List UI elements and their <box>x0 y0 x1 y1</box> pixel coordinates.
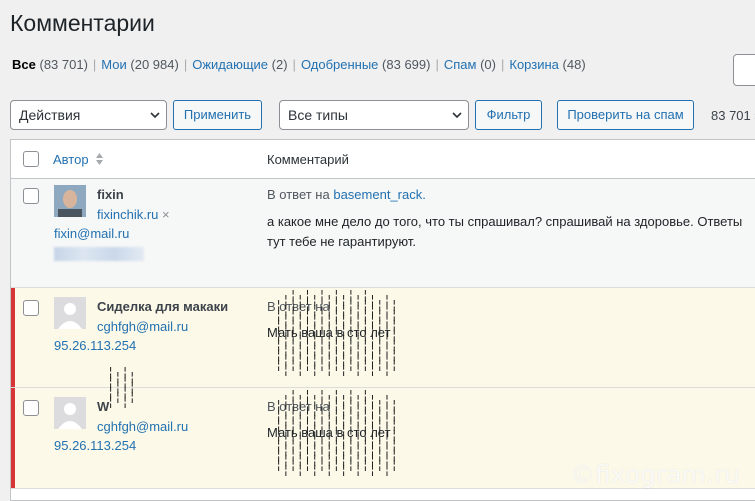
in-reply-to: В ответ на basement_rack. <box>267 187 426 202</box>
chevron-down-icon <box>452 112 462 119</box>
row-checkbox[interactable] <box>23 300 39 316</box>
bulk-actions-select[interactable]: Действия <box>10 100 167 130</box>
author-email[interactable]: cghfgh@mail.ru <box>97 419 188 434</box>
filter-all[interactable]: Все (83 701) <box>12 57 88 72</box>
author-name: fixin <box>97 187 124 202</box>
sort-icon <box>96 153 104 165</box>
zalgo-noise: ¦ ¦ ¦ ¦ ¦ ¦ ¦ ¦ ¦ ¦ ¦ ¦ ¦ ¦ ¦ ¦ ¦ ¦ ¦ ¦ … <box>275 388 398 477</box>
row-checkbox[interactable] <box>23 400 39 416</box>
avatar <box>54 297 86 329</box>
items-count: 83 701 э <box>711 108 755 123</box>
author-name: Сиделка для макаки <box>97 299 229 314</box>
search-input[interactable] <box>733 54 755 86</box>
comment-type-select[interactable]: Все типы комментариев <box>279 100 469 151</box>
row-checkbox[interactable] <box>23 188 39 204</box>
apply-button[interactable]: Применить <box>173 100 262 130</box>
watermark: ©fixogram.ru <box>570 460 740 489</box>
author-ip[interactable]: 95.26.113.254 <box>54 438 136 453</box>
avatar <box>54 185 86 217</box>
blurred-ip <box>54 247 144 261</box>
author-ip[interactable]: 95.26.113.254 <box>54 338 136 353</box>
remove-url-icon[interactable]: × <box>162 207 170 222</box>
comment-column-header: Комментарий <box>267 152 349 167</box>
filter-trash[interactable]: Корзина (48) <box>509 57 585 72</box>
sort-author-link[interactable]: Автор <box>53 152 104 167</box>
in-reply-link[interactable]: basement_rack. <box>333 187 426 202</box>
author-site-link[interactable]: fixinchik.ru <box>97 207 158 222</box>
zalgo-noise: ¦ ¦ ¦ ¦ ¦ ¦ ¦ ¦ ¦ ¦ ¦ ¦ ¦ ¦ ¦ ¦ ¦ ¦ ¦ ¦ … <box>275 288 398 377</box>
select-all-checkbox[interactable] <box>23 151 39 167</box>
author-site: fixinchik.ru × <box>97 207 170 222</box>
zalgo-noise: ¦ ¦ ¦ ¦ ¦ ¦ ¦ ¦ ¦ ¦ ¦ ¦ ¦ ¦ <box>107 365 136 409</box>
filter-pending[interactable]: Ожидающие (2) <box>192 57 287 72</box>
author-email[interactable]: cghfgh@mail.ru <box>97 319 188 334</box>
comments-table: Автор Комментарий fixin fixinchik.ru × f… <box>10 139 755 501</box>
filter-approved[interactable]: Одобренные (83 699) <box>301 57 431 72</box>
author-email[interactable]: fixin@mail.ru <box>54 226 129 241</box>
chevron-down-icon <box>150 112 160 119</box>
table-header: Автор Комментарий <box>11 140 755 179</box>
table-row: fixin fixinchik.ru × fixin@mail.ru В отв… <box>11 179 755 288</box>
filter-mine[interactable]: Мои (20 984) <box>101 57 179 72</box>
comment-text: а какое мне дело до того, что ты спрашив… <box>267 214 743 249</box>
filter-button[interactable]: Фильтр <box>475 100 542 130</box>
check-spam-button[interactable]: Проверить на спам <box>557 100 694 130</box>
page-title: Комментарии <box>10 10 155 36</box>
avatar <box>54 397 86 429</box>
status-filter-links: Все (83 701) | Мои (20 984) | Ожидающие (2) |… <box>12 57 586 72</box>
filter-spam[interactable]: Спам (0) <box>444 57 496 72</box>
